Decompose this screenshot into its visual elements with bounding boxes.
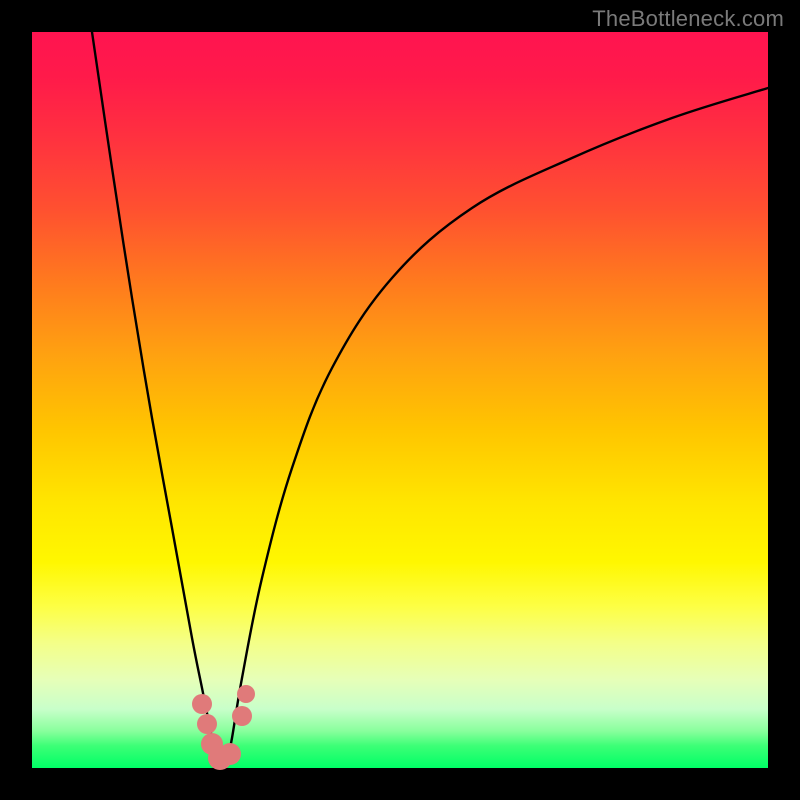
trough-marker bbox=[197, 714, 217, 734]
chart-svg bbox=[32, 32, 768, 768]
trough-marker bbox=[219, 743, 241, 765]
trough-markers bbox=[192, 685, 255, 770]
watermark-text: TheBottleneck.com bbox=[592, 6, 784, 32]
curve-right bbox=[227, 88, 768, 763]
curve-left bbox=[92, 32, 222, 765]
plot-area bbox=[32, 32, 768, 768]
stage: TheBottleneck.com bbox=[0, 0, 800, 800]
trough-marker bbox=[232, 706, 252, 726]
trough-marker bbox=[192, 694, 212, 714]
trough-marker bbox=[237, 685, 255, 703]
